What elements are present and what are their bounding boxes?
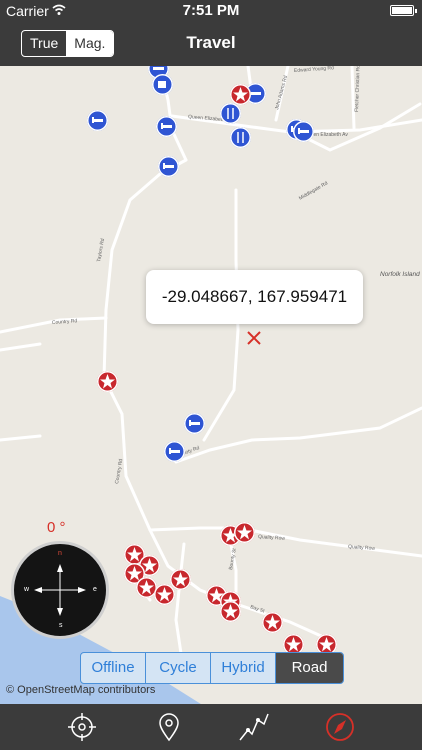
street-label: John Adams Rd: [274, 75, 289, 111]
star-marker-icon[interactable]: [234, 522, 255, 543]
bed-marker-icon[interactable]: [164, 441, 185, 462]
street-label: Country Rd: [114, 458, 124, 484]
battery-icon: [390, 5, 417, 16]
location-cross-icon: [247, 331, 261, 345]
street-label: Country Rd: [52, 318, 78, 326]
compass-dial[interactable]: n s e w: [11, 541, 109, 639]
route-icon: [239, 713, 269, 741]
map-pin-icon: [159, 713, 179, 742]
star-marker-icon[interactable]: [97, 371, 118, 392]
island-label: Norfolk Island: [380, 271, 420, 278]
clock: 7:51 PM: [182, 2, 240, 19]
coordinate-callout[interactable]: -29.048667, 167.959471: [146, 270, 363, 324]
compass-tab[interactable]: [324, 712, 356, 742]
street-label: Fletcher Christian Rd: [354, 65, 362, 112]
tab-bar: [0, 704, 422, 750]
street-label: Quality Row: [348, 544, 376, 552]
map-view[interactable]: Edward Young Rd John Adams Rd Fletcher C…: [0, 0, 422, 750]
nav-bar: True Mag. Travel: [0, 22, 422, 66]
star-marker-icon[interactable]: [230, 84, 251, 105]
street-label: Quality Row: [258, 534, 286, 542]
restaurant-marker-icon[interactable]: [220, 103, 241, 124]
bed-marker-icon[interactable]: [184, 413, 205, 434]
map-type-selector[interactable]: Offline Cycle Hybrid Road: [80, 652, 344, 684]
map-type-road[interactable]: Road: [276, 653, 343, 683]
street-label: Edward Young Rd: [294, 65, 335, 74]
star-marker-icon[interactable]: [262, 612, 283, 633]
map-type-cycle[interactable]: Cycle: [146, 653, 211, 683]
heading-readout: 0 °: [47, 519, 66, 536]
map-type-hybrid[interactable]: Hybrid: [211, 653, 276, 683]
map-type-offline[interactable]: Offline: [81, 653, 146, 683]
status-bar: Carrier 7:51 PM: [0, 0, 422, 22]
cafe-marker-icon[interactable]: [152, 74, 173, 95]
pin-tab[interactable]: [153, 712, 185, 742]
bed-marker-icon[interactable]: [156, 116, 177, 137]
crosshair-icon: [68, 713, 96, 741]
bed-marker-icon[interactable]: [158, 156, 179, 177]
star-marker-icon[interactable]: [220, 601, 241, 622]
street-label: Taylors Rd: [96, 238, 106, 263]
page-title: Travel: [186, 33, 236, 52]
street-label: Middlegate Rd: [298, 180, 329, 201]
locate-tab[interactable]: [66, 712, 98, 742]
compass-icon: [326, 713, 354, 741]
bed-marker-icon[interactable]: [293, 121, 314, 142]
route-tab[interactable]: [238, 712, 270, 742]
compass-needle-icon: [34, 564, 86, 616]
star-marker-icon[interactable]: [154, 584, 175, 605]
bed-marker-icon[interactable]: [87, 110, 108, 131]
restaurant-marker-icon[interactable]: [230, 127, 251, 148]
map-attribution[interactable]: © OpenStreetMap contributors: [6, 684, 155, 696]
